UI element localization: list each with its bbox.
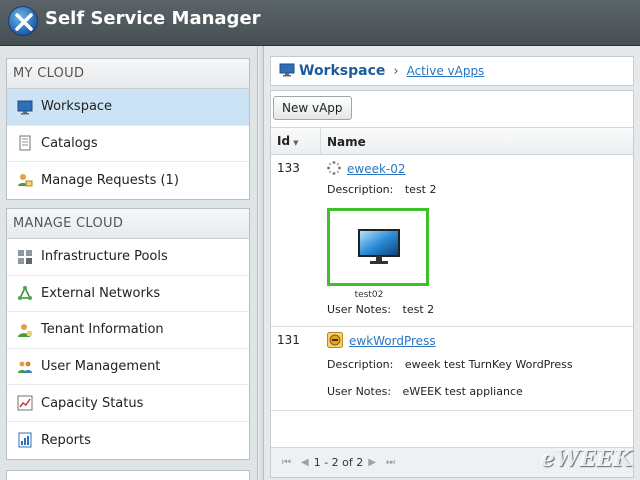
monitor-icon: [279, 63, 295, 80]
user-icon: [17, 322, 33, 338]
sidebar-item-label: Catalogs: [41, 135, 98, 151]
breadcrumb-active-vapps[interactable]: Active vApps: [407, 64, 485, 78]
stopped-status-icon: [327, 331, 343, 351]
breadcrumb-workspace[interactable]: Workspace: [299, 63, 385, 79]
user-notes-field: User Notes: eWEEK test appliance: [327, 385, 633, 398]
sidebar-item-label: User Management: [41, 359, 161, 375]
my-cloud-panel: MY CLOUD Workspace Catalogs Manage Reque…: [6, 58, 250, 200]
row-id: 133: [277, 161, 300, 175]
column-id[interactable]: Id ▼: [271, 128, 321, 154]
pager-text: 1 - 2 of 2: [313, 456, 364, 469]
next-page-icon[interactable]: ▶: [368, 457, 376, 468]
table-row[interactable]: 133 eweek-02 Description: test 2 test02 …: [271, 155, 633, 327]
description-label: Description:: [327, 183, 394, 196]
sidebar-item-manage-requests[interactable]: Manage Requests (1): [7, 162, 249, 199]
eweek-watermark: eWEEK: [540, 446, 632, 472]
sidebar-item-label: Tenant Information: [41, 322, 164, 338]
breadcrumb-separator-icon: ›: [393, 63, 399, 79]
loading-spinner-icon: [327, 160, 341, 178]
breadcrumb: Workspace › Active vApps: [270, 56, 634, 86]
sidebar-item-label: Workspace: [41, 99, 113, 115]
chart-icon: [17, 395, 33, 411]
description-value: test 2: [404, 183, 437, 196]
report-icon: [17, 432, 33, 448]
description-field: Description: test 2: [327, 183, 633, 196]
sidebar-item-external-networks[interactable]: External Networks: [7, 276, 249, 313]
sidebar-item-catalogs[interactable]: Catalogs: [7, 126, 249, 163]
last-page-icon[interactable]: ⏭: [386, 457, 395, 468]
main-area: Workspace › Active vApps New vApp Id ▼ Na…: [264, 46, 640, 480]
toolbar: New vApp: [271, 91, 633, 127]
row-id: 131: [277, 333, 300, 347]
sidebar-item-workspace[interactable]: Workspace: [7, 89, 249, 126]
grid-icon: [17, 249, 33, 265]
description-label: Description:: [327, 358, 394, 371]
new-vapp-button[interactable]: New vApp: [273, 96, 352, 120]
sort-desc-icon: ▼: [293, 139, 299, 147]
network-icon: [17, 285, 33, 301]
collapsed-panel: [6, 470, 250, 480]
description-field: Description: eweek test TurnKey WordPres…: [327, 358, 633, 371]
column-name[interactable]: Name: [321, 128, 633, 154]
table-header: Id ▼ Name: [271, 127, 633, 155]
vm-thumbnail[interactable]: [327, 208, 429, 286]
column-id-label: Id: [277, 134, 291, 148]
description-value: eweek test TurnKey WordPress: [404, 358, 573, 371]
sidebar-item-infrastructure-pools[interactable]: Infrastructure Pools: [7, 239, 249, 276]
vapp-name-link[interactable]: eweek-02: [347, 162, 406, 176]
user-notes-label: User Notes:: [327, 385, 392, 398]
monitor-icon: [17, 99, 33, 115]
manage-cloud-panel: MANAGE CLOUD Infrastructure Pools Extern…: [6, 208, 250, 460]
user-notes-value: test 2: [402, 303, 435, 316]
sidebar-item-label: Infrastructure Pools: [41, 249, 168, 265]
manage-cloud-heading[interactable]: MANAGE CLOUD: [7, 209, 249, 239]
sidebar-item-user-management[interactable]: User Management: [7, 349, 249, 386]
vapp-name-link[interactable]: ewkWordPress: [349, 334, 436, 348]
table-row[interactable]: 131 ewkWordPress Description: eweek test…: [271, 327, 633, 411]
app-title: Self Service Manager: [45, 8, 261, 29]
user-notes-value: eWEEK test appliance: [402, 385, 523, 398]
app-logo-icon: [8, 6, 38, 36]
sidebar-item-reports[interactable]: Reports: [7, 422, 249, 459]
sidebar-item-label: Manage Requests (1): [41, 172, 179, 188]
title-bar: Self Service Manager: [0, 0, 640, 46]
first-page-icon[interactable]: ⏮: [282, 457, 291, 468]
sidebar-item-tenant-information[interactable]: Tenant Information: [7, 312, 249, 349]
users-icon: [17, 359, 33, 375]
sidebar-item-capacity-status[interactable]: Capacity Status: [7, 385, 249, 422]
prev-page-icon[interactable]: ◀: [301, 457, 309, 468]
sidebar-item-label: Capacity Status: [41, 395, 144, 411]
sidebar: MY CLOUD Workspace Catalogs Manage Reque…: [0, 46, 258, 480]
user-notes-field: User Notes: test 2: [327, 303, 633, 316]
sidebar-item-label: Reports: [41, 432, 91, 448]
user-mail-icon: [17, 172, 33, 188]
monitor-icon: [358, 229, 400, 268]
thumbnail-label: test02: [354, 290, 384, 300]
sidebar-item-label: External Networks: [41, 285, 161, 301]
user-notes-label: User Notes:: [327, 303, 392, 316]
my-cloud-heading[interactable]: MY CLOUD: [7, 59, 249, 89]
vapps-panel: New vApp Id ▼ Name 133 eweek-02 Descript…: [270, 90, 634, 478]
document-icon: [17, 135, 33, 151]
